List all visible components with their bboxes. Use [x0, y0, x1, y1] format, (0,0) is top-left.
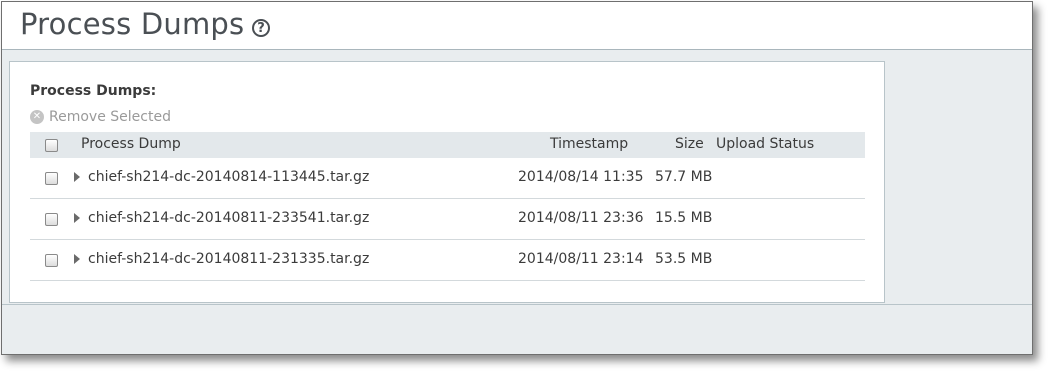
column-header-upload-status[interactable]: Upload Status [716, 136, 814, 152]
table-row[interactable]: chief-sh214-dc-20140811-231335.tar.gz 20… [30, 240, 865, 281]
process-dumps-panel: Process Dumps: ✕ Remove Selected Process… [9, 61, 885, 303]
row-checkbox[interactable] [45, 172, 58, 185]
dump-filename: chief-sh214-dc-20140811-231335.tar.gz [88, 251, 370, 267]
dump-size: 53.5 MB [655, 251, 713, 267]
table-row[interactable]: chief-sh214-dc-20140814-113445.tar.gz 20… [30, 158, 865, 199]
table-row[interactable]: chief-sh214-dc-20140811-233541.tar.gz 20… [30, 199, 865, 240]
dump-size: 15.5 MB [655, 210, 713, 226]
column-header-timestamp[interactable]: Timestamp [550, 136, 628, 152]
dump-timestamp: 2014/08/11 23:36 [518, 210, 644, 226]
remove-selected-button[interactable]: ✕ Remove Selected [30, 109, 171, 125]
expand-arrow-icon[interactable] [74, 213, 80, 223]
column-header-process-dump[interactable]: Process Dump [81, 136, 181, 152]
dump-timestamp: 2014/08/14 11:35 [518, 169, 644, 185]
divider [2, 304, 1032, 305]
section-title: Process Dumps: [30, 83, 157, 99]
remove-selected-label: Remove Selected [49, 109, 171, 125]
process-dumps-table: Process Dump Timestamp Size Upload Statu… [30, 132, 865, 281]
page-header: Process Dumps ? [2, 2, 1032, 50]
expand-arrow-icon[interactable] [74, 254, 80, 264]
dump-filename: chief-sh214-dc-20140811-233541.tar.gz [88, 210, 370, 226]
dump-timestamp: 2014/08/11 23:14 [518, 251, 644, 267]
help-icon[interactable]: ? [252, 19, 270, 37]
table-header: Process Dump Timestamp Size Upload Statu… [30, 132, 865, 158]
expand-arrow-icon[interactable] [74, 172, 80, 182]
row-checkbox[interactable] [45, 213, 58, 226]
app-window: Process Dumps ? Process Dumps: ✕ Remove … [1, 1, 1033, 355]
column-header-size[interactable]: Size [675, 136, 704, 152]
dump-size: 57.7 MB [655, 169, 713, 185]
row-checkbox[interactable] [45, 254, 58, 267]
remove-icon: ✕ [30, 110, 44, 124]
select-all-checkbox[interactable] [45, 139, 58, 152]
dump-filename: chief-sh214-dc-20140814-113445.tar.gz [88, 169, 370, 185]
page-title: Process Dumps [20, 7, 245, 41]
